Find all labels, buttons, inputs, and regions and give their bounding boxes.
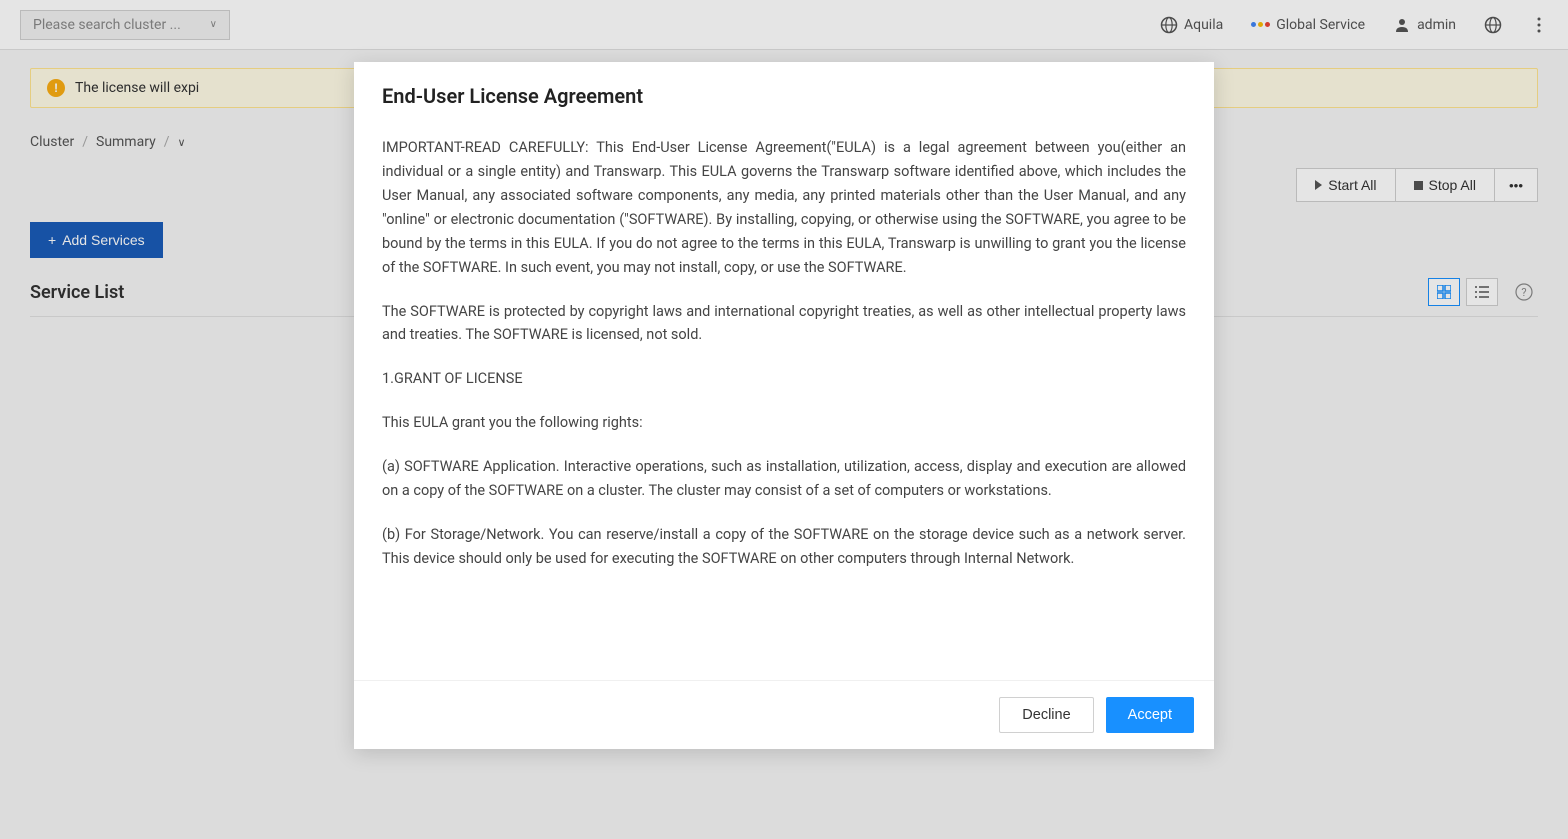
modal-body[interactable]: IMPORTANT-READ CAREFULLY: This End-User … xyxy=(354,120,1214,680)
eula-paragraph: (a) SOFTWARE Application. Interactive op… xyxy=(382,455,1186,503)
eula-modal: End-User License Agreement IMPORTANT-REA… xyxy=(354,62,1214,749)
eula-heading: 1.GRANT OF LICENSE xyxy=(382,367,1186,391)
eula-paragraph: The SOFTWARE is protected by copyright l… xyxy=(382,300,1186,348)
modal-title: End-User License Agreement xyxy=(354,62,1214,120)
modal-footer: Decline Accept xyxy=(354,680,1214,749)
eula-paragraph: (b) For Storage/Network. You can reserve… xyxy=(382,523,1186,571)
modal-overlay: End-User License Agreement IMPORTANT-REA… xyxy=(0,0,1568,839)
decline-button[interactable]: Decline xyxy=(999,697,1093,733)
eula-paragraph: This EULA grant you the following rights… xyxy=(382,411,1186,435)
accept-button[interactable]: Accept xyxy=(1106,697,1194,733)
eula-paragraph: IMPORTANT-READ CAREFULLY: This End-User … xyxy=(382,136,1186,280)
